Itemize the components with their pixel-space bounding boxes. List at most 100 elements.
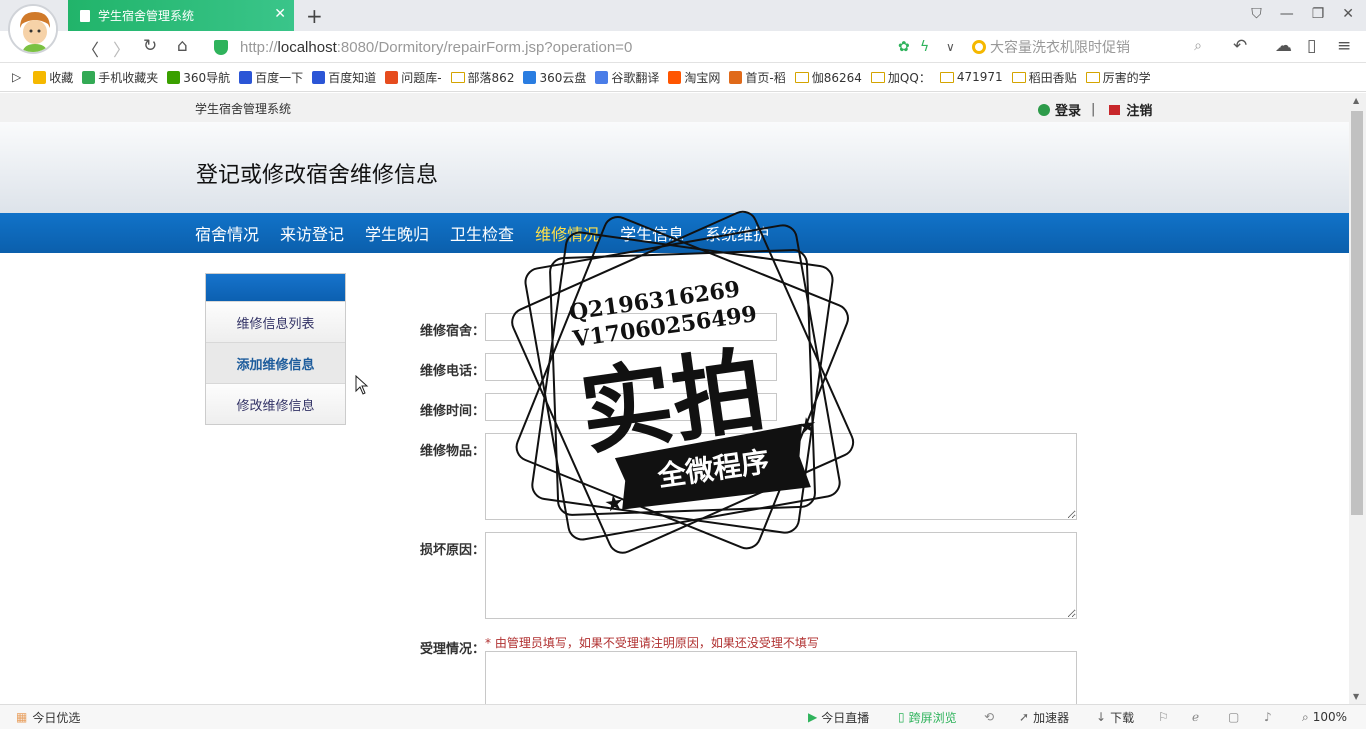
content-area: 维修信息列表 添加维修信息 修改维修信息 维修宿舍： 维修电话： 维修时间： 维修物… <box>0 253 1349 704</box>
bookmark-item[interactable]: 稻田香贴 <box>1011 69 1077 86</box>
reason-textarea[interactable] <box>485 532 1077 619</box>
ie-icon[interactable]: ℯ <box>1192 710 1199 724</box>
logout-link[interactable]: 注销 <box>1126 100 1152 119</box>
bookmark-label: 问题库- <box>401 70 442 85</box>
nav-item[interactable]: 来访登记 <box>280 221 344 245</box>
bookmark-item[interactable]: 部落862 <box>450 69 514 86</box>
bookmark-icon <box>239 70 253 84</box>
cross-screen-link[interactable]: ▯ 跨屏浏览 <box>898 709 957 726</box>
login-link[interactable]: 登录 <box>1055 100 1081 119</box>
bookmark-label: 厉害的学 <box>1102 70 1151 85</box>
forward-button[interactable]: 〉 <box>113 36 130 61</box>
nav-item[interactable]: 学生晚归 <box>365 221 429 245</box>
bookmark-icon[interactable]: ▯ <box>1307 36 1316 56</box>
folder-icon <box>1085 71 1100 83</box>
lightning-icon[interactable]: ϟ <box>920 39 929 55</box>
menu-icon[interactable]: ≡ <box>1337 36 1351 56</box>
nav-item[interactable]: 系统维护 <box>705 221 769 245</box>
back-button[interactable]: 〈 <box>82 36 99 61</box>
search-icon[interactable]: ⌕ <box>1194 38 1202 54</box>
reload-button[interactable]: ↻ <box>143 36 157 56</box>
window-icon[interactable]: ▢ <box>1228 710 1239 724</box>
bookmark-item[interactable]: 百度知道 <box>312 69 376 86</box>
zoom-level: 100% <box>1312 710 1348 724</box>
bookmark-icon <box>595 70 609 84</box>
user-avatar[interactable] <box>8 4 58 54</box>
bookmark-item[interactable]: 厉害的学 <box>1085 69 1151 86</box>
history-icon[interactable]: ⟲ <box>984 710 994 724</box>
cloud-icon[interactable]: ☁ <box>1275 36 1292 56</box>
restore-button[interactable]: ❐ <box>1312 6 1325 22</box>
nav-item[interactable]: 宿舍情况 <box>195 221 259 245</box>
nav-item[interactable]: 维修情况 <box>535 221 599 245</box>
url-host: localhost <box>277 38 337 56</box>
bookmark-label: 360云盘 <box>539 70 587 85</box>
refresh-speed-icon[interactable]: ✿ <box>898 39 910 55</box>
item-textarea[interactable] <box>485 433 1077 520</box>
window-controls: ⛉ — ❐ ✕ <box>1251 6 1354 22</box>
minimize-button[interactable]: — <box>1280 6 1294 22</box>
home-button[interactable]: ⌂ <box>177 36 188 56</box>
sidebar-toggle-icon[interactable]: ▷ <box>12 70 21 84</box>
sidebar-item[interactable]: 修改维修信息 <box>206 383 345 424</box>
flag-icon[interactable]: ⚐ <box>1158 710 1169 724</box>
gift-icon: ▦ <box>16 710 28 724</box>
nav-item[interactable]: 学生信息 <box>620 221 684 245</box>
site-topbar: 学生宿舍管理系统 登录 | 注销 <box>0 93 1349 122</box>
bookmark-item[interactable]: 加QQ： <box>870 69 931 86</box>
skin-icon[interactable]: ⛉ <box>1251 6 1262 22</box>
web-page: 学生宿舍管理系统 登录 | 注销 登记或修改宿舍维修信息 宿舍情况 来访登记 学生晚… <box>0 93 1349 704</box>
search-box[interactable]: 大容量洗衣机限时促销 ⌕ <box>972 36 1216 58</box>
live-link[interactable]: ▶ 今日直播 <box>808 709 869 726</box>
dorm-input[interactable] <box>485 313 777 341</box>
bookmark-item[interactable]: 问题库- <box>385 69 442 86</box>
accelerator-link[interactable]: ➚ 加速器 <box>1019 709 1069 726</box>
phone-label: 维修电话： <box>420 364 486 379</box>
zoom-icon: ⌕ <box>1302 709 1309 724</box>
zoom-control[interactable]: ⌕ 100% <box>1302 710 1347 725</box>
bookmark-item[interactable]: 360导航 <box>167 69 230 86</box>
time-input[interactable] <box>485 393 777 421</box>
today-picks[interactable]: ▦ 今日优选 <box>16 709 80 726</box>
undo-icon[interactable]: ↶ <box>1233 36 1247 56</box>
main-nav: 宿舍情况 来访登记 学生晚归 卫生检查 维修情况 学生信息 系统维护 <box>0 213 1349 253</box>
search-engine-icon <box>972 40 986 54</box>
system-name: 学生宿舍管理系统 <box>195 102 292 116</box>
dorm-label: 维修宿舍： <box>420 324 486 339</box>
close-icon[interactable]: ✕ <box>274 7 286 21</box>
bookmark-item[interactable]: 首页-稻 <box>729 69 786 86</box>
bookmark-item[interactable]: 360云盘 <box>523 69 586 86</box>
address-bar[interactable]: http://localhost:8080/Dormitory/repairFo… <box>214 36 894 58</box>
sound-icon[interactable]: ♪ <box>1264 710 1272 724</box>
status-textarea[interactable] <box>485 651 1077 704</box>
bookmark-item[interactable]: 淘宝网 <box>668 69 720 86</box>
bookmark-item[interactable]: 收藏 <box>33 69 73 86</box>
scrollbar-thumb[interactable] <box>1351 111 1363 515</box>
sidebar-item[interactable]: 添加维修信息 <box>206 342 345 383</box>
bookmark-label: 谷歌翻译 <box>611 70 660 85</box>
bookmark-icon <box>523 70 537 84</box>
page-scrollbar[interactable]: ▲ ▼ <box>1349 93 1366 704</box>
close-window-button[interactable]: ✕ <box>1342 6 1354 22</box>
link-separator: | <box>1091 102 1096 117</box>
bookmark-item[interactable]: 谷歌翻译 <box>595 69 659 86</box>
bookmark-item[interactable]: 手机收藏夹 <box>82 69 158 86</box>
bookmark-item[interactable]: 471971 <box>939 70 1003 84</box>
chevron-down-icon[interactable]: ∨ <box>946 40 955 54</box>
download-link[interactable]: ↓ 下载 <box>1096 709 1134 726</box>
phone-icon: ▯ <box>898 710 905 724</box>
cross-screen-label: 跨屏浏览 <box>908 710 957 725</box>
phone-input[interactable] <box>485 353 777 381</box>
nav-item[interactable]: 卫生检查 <box>450 221 514 245</box>
bookmark-item[interactable]: 伽86264 <box>794 69 862 86</box>
search-placeholder: 大容量洗衣机限时促销 <box>990 40 1130 56</box>
bookmark-label: 收藏 <box>49 70 74 85</box>
sidebar-item[interactable]: 维修信息列表 <box>206 301 345 342</box>
scroll-down-icon[interactable]: ▼ <box>1353 692 1359 701</box>
scroll-up-icon[interactable]: ▲ <box>1353 96 1359 105</box>
page-title: 登记或修改宿舍维修信息 <box>196 163 439 188</box>
bookmark-item[interactable]: 百度一下 <box>239 69 303 86</box>
tab-active[interactable]: 学生宿舍管理系统 ✕ <box>68 0 294 31</box>
new-tab-button[interactable]: + <box>306 4 323 28</box>
bookmark-icon <box>33 70 47 84</box>
